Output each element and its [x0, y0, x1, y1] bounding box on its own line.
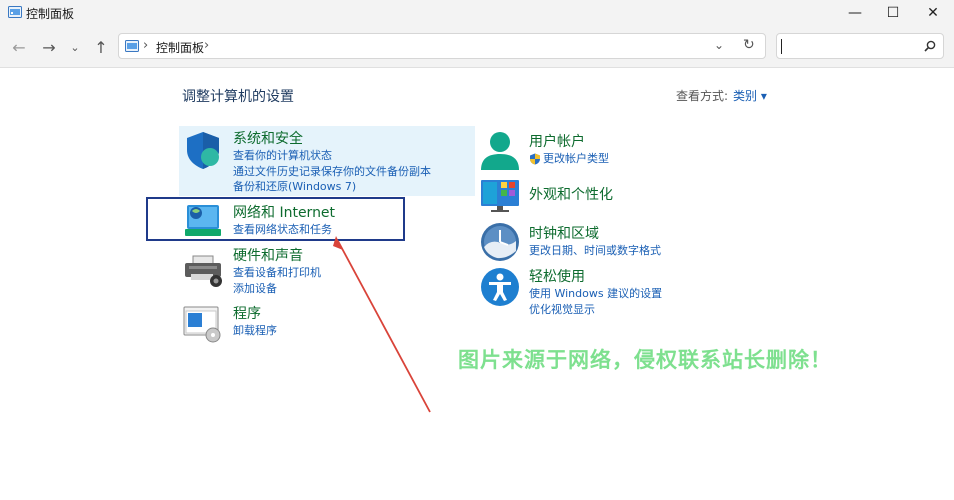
annotation-arrow — [333, 236, 431, 413]
watermark-text: 图片来源于网络，侵权联系站长删除！ — [458, 348, 832, 372]
